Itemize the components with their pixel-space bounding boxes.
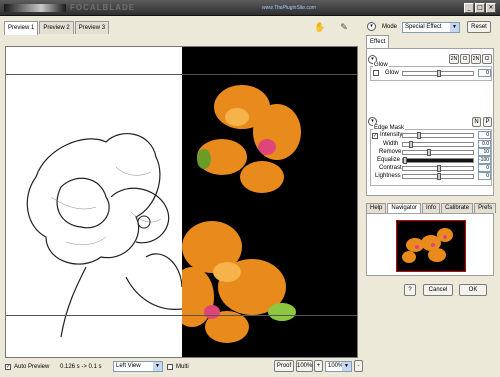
tab-prefs[interactable]: Prefs	[474, 203, 497, 213]
remove-slider-thumb[interactable]	[427, 149, 431, 156]
navigator-panel	[366, 213, 494, 276]
intensity-slider-thumb[interactable]	[417, 132, 421, 139]
glow-row-label: Glow	[385, 70, 399, 76]
crop-guide-top[interactable]	[6, 74, 357, 75]
logo-stripe	[4, 4, 66, 12]
tab-preview-3[interactable]: Preview 3	[74, 21, 110, 34]
remove-slider[interactable]	[402, 149, 474, 156]
width-slider[interactable]	[402, 141, 474, 148]
edge-mask-p-toggle[interactable]: P	[483, 117, 492, 127]
contrast-label: Contrast	[379, 165, 402, 171]
chevron-down-icon: ▼	[450, 23, 459, 32]
zoom-100-button[interactable]: 100%	[296, 360, 313, 372]
width-slider-thumb[interactable]	[409, 141, 413, 148]
equalize-label: Equalize	[377, 157, 401, 163]
intensity-checkbox[interactable]: ✓	[372, 133, 378, 139]
tab-help[interactable]: Help	[366, 203, 387, 213]
remove-label: Remove	[379, 149, 402, 155]
lightness-slider-thumb[interactable]	[437, 173, 441, 180]
glow-slider[interactable]	[402, 70, 474, 77]
eyedropper-icon[interactable]: ✎	[338, 22, 350, 34]
mode-collapse-icon[interactable]: ▾	[367, 22, 376, 31]
tab-effect[interactable]: Effect	[366, 35, 390, 49]
orchid-image	[170, 85, 301, 343]
navigator-thumbnail[interactable]	[396, 220, 466, 272]
view-select[interactable]: Left View ▼	[113, 361, 163, 372]
tab-preview-2[interactable]: Preview 2	[39, 21, 74, 34]
preview-tabs: Preview 1 Preview 2 Preview 3	[4, 21, 110, 35]
equalize-slider[interactable]	[402, 157, 474, 164]
chevron-down-icon: ▼	[342, 362, 351, 371]
glow-checkbox[interactable]	[373, 70, 379, 76]
glow-button-3[interactable]: 2N	[471, 54, 481, 64]
remove-value[interactable]: 10	[478, 148, 491, 156]
lightness-label: Lightness	[375, 173, 401, 179]
lightness-value[interactable]: 0	[478, 172, 491, 180]
preview-canvas[interactable]	[5, 46, 358, 358]
sketch-preview	[6, 47, 183, 357]
maximize-button[interactable]: □	[475, 3, 485, 13]
app-name: FOCALBLADE	[70, 3, 136, 12]
result-preview	[170, 47, 357, 357]
glow-button-1[interactable]: 2N	[449, 54, 459, 64]
glow-button-4[interactable]: Cl	[482, 54, 492, 64]
tab-preview-1[interactable]: Preview 1	[4, 21, 39, 35]
crop-guide-bottom[interactable]	[6, 315, 357, 316]
intensity-label: Intensity	[380, 132, 403, 138]
info-tabs: Help Navigator Info Calibrate Prefs	[366, 203, 497, 213]
mode-label: Mode	[382, 24, 398, 30]
glow-slider-thumb[interactable]	[437, 70, 441, 77]
multi-checkbox[interactable]	[167, 364, 173, 370]
contrast-slider-thumb[interactable]	[437, 165, 441, 172]
ok-button[interactable]: OK	[459, 284, 487, 296]
cancel-button[interactable]: Cancel	[423, 284, 453, 296]
auto-preview-checkbox[interactable]: ✓	[5, 364, 11, 370]
edge-mask-n-toggle[interactable]: N	[472, 117, 481, 127]
auto-preview-label: Auto Preview	[14, 364, 50, 370]
hand-tool-icon[interactable]: ✋	[314, 22, 326, 34]
mode-select[interactable]: Special Effect ▼	[402, 22, 460, 33]
zoom-in-button[interactable]: +	[314, 360, 323, 372]
proof-button[interactable]: Proof	[274, 360, 294, 372]
sketch-image	[26, 133, 183, 338]
equalize-slider-thumb[interactable]	[403, 157, 407, 164]
site-url[interactable]: www.ThePluginSite.com	[262, 5, 316, 11]
tab-calibrate[interactable]: Calibrate	[441, 203, 474, 213]
tab-navigator[interactable]: Navigator	[387, 203, 422, 213]
glow-button-2[interactable]: Cl	[460, 54, 470, 64]
title-bar: FOCALBLADE www.ThePluginSite.com _ □ ✕	[0, 0, 500, 16]
width-value[interactable]: 0.0	[478, 140, 491, 148]
help-button[interactable]: ?	[404, 284, 416, 296]
render-timing: 0.126 s -> 0.1 s	[60, 364, 102, 370]
navigator-image	[402, 228, 453, 263]
lightness-slider[interactable]	[402, 173, 474, 180]
tab-info[interactable]: Info	[422, 203, 441, 213]
contrast-slider[interactable]	[402, 165, 474, 172]
equalize-value[interactable]: -100	[478, 156, 491, 164]
zoom-out-button[interactable]: -	[354, 360, 363, 372]
reset-button[interactable]: Reset	[467, 21, 491, 33]
chevron-down-icon: ▼	[153, 362, 162, 371]
close-button[interactable]: ✕	[486, 3, 496, 13]
width-label: Width	[383, 141, 399, 147]
minimize-button[interactable]: _	[464, 3, 474, 13]
glow-group-label: Glow	[373, 61, 389, 69]
contrast-value[interactable]: 0	[478, 164, 491, 172]
intensity-value[interactable]: 0	[478, 131, 491, 139]
glow-value[interactable]: 0	[478, 69, 491, 77]
intensity-slider[interactable]	[402, 132, 474, 139]
multi-label: Multi	[176, 364, 189, 370]
zoom-select[interactable]: 100% ▼	[325, 361, 352, 372]
